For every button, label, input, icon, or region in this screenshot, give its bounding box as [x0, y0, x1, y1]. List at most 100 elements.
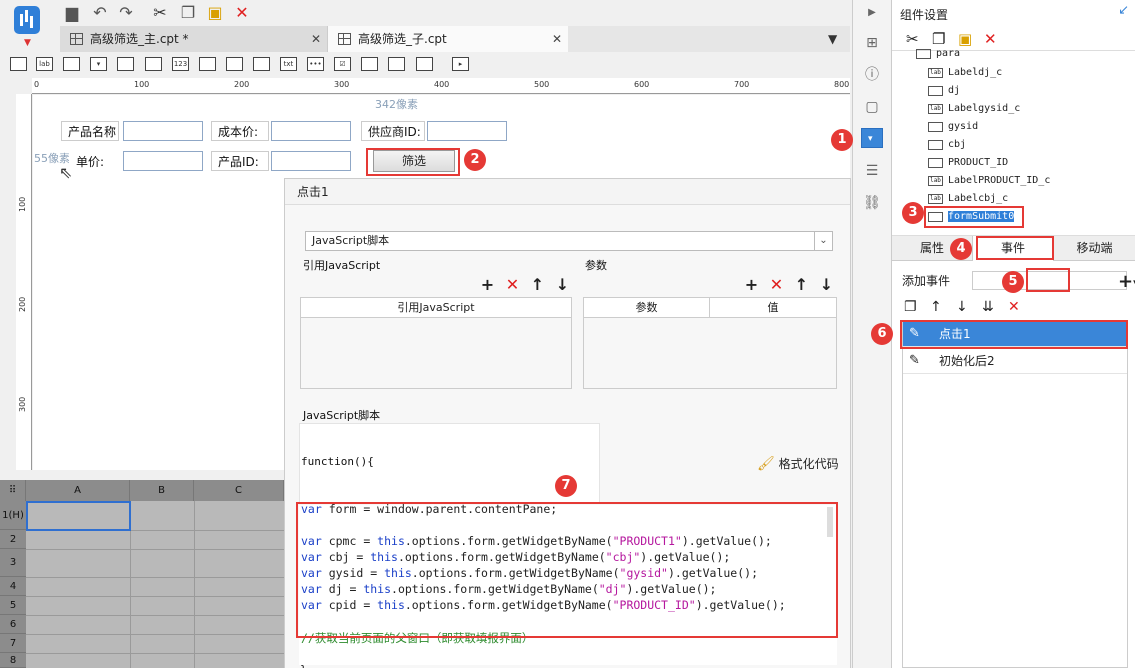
- expand-icon[interactable]: ↙: [1118, 3, 1129, 18]
- tab-menu-icon[interactable]: ▼: [828, 32, 837, 46]
- more-widgets-icon[interactable]: ▸: [452, 57, 469, 71]
- tree-node[interactable]: gysid: [928, 118, 978, 136]
- delete-icon[interactable]: ✕: [232, 3, 252, 23]
- password-widget-icon[interactable]: •••: [307, 57, 324, 71]
- col-header[interactable]: C: [194, 480, 284, 501]
- chevron-down-icon[interactable]: ⌄: [814, 232, 832, 250]
- report-grid[interactable]: ⠿ A B C 1(H) 2 3 4 5 6 7 8: [0, 480, 284, 668]
- paste-icon[interactable]: ▣: [958, 30, 984, 48]
- event-type-select[interactable]: JavaScript脚本 ⌄: [305, 231, 833, 251]
- product-name-input[interactable]: [123, 121, 203, 141]
- supplier-id-input[interactable]: [427, 121, 507, 141]
- add-icon[interactable]: +: [475, 275, 500, 294]
- panel-title: 组件设置: [900, 8, 949, 22]
- cut-icon[interactable]: ✂: [150, 3, 170, 23]
- tab-main-cpt[interactable]: 高级筛选_主.cpt * ✕: [60, 26, 328, 52]
- remove-icon[interactable]: ✕: [500, 275, 525, 294]
- move-up-icon[interactable]: ↑: [930, 299, 956, 315]
- unit-price-input[interactable]: [123, 151, 203, 171]
- radio-group-widget-icon[interactable]: [226, 57, 243, 71]
- report-file-icon: [338, 33, 351, 45]
- callout-badge: 3: [902, 202, 924, 224]
- label-product-name[interactable]: 产品名称: [61, 121, 119, 141]
- text-widget-icon[interactable]: txt: [280, 57, 297, 71]
- close-icon[interactable]: ✕: [552, 26, 562, 52]
- tree-node[interactable]: cbj: [928, 136, 966, 154]
- label-unit-price[interactable]: 单价:: [69, 151, 119, 171]
- tree-widget-icon[interactable]: [361, 57, 378, 71]
- tree-combo-widget-icon[interactable]: [117, 57, 134, 71]
- move-down-icon[interactable]: ↓: [956, 299, 982, 315]
- delete-icon[interactable]: ✕: [984, 30, 1010, 48]
- save-icon[interactable]: ▆: [62, 3, 82, 23]
- link-icon[interactable]: ⛓: [863, 194, 881, 212]
- tree-node[interactable]: dj: [928, 82, 960, 100]
- tree-node[interactable]: PRODUCT_ID: [928, 154, 1008, 172]
- checkbox-group-widget-icon[interactable]: [253, 57, 270, 71]
- collapse-arrow-icon[interactable]: ▶: [863, 4, 881, 22]
- move-up-icon[interactable]: ↑: [525, 275, 550, 294]
- ref-js-table[interactable]: 引用JavaScript: [300, 297, 572, 389]
- move-bottom-icon[interactable]: ⇊: [982, 299, 1008, 315]
- redo-icon[interactable]: ↷: [116, 3, 136, 23]
- label-cost-price[interactable]: 成本价:: [211, 121, 269, 141]
- calendar-range-widget-icon[interactable]: [416, 57, 433, 71]
- move-down-icon[interactable]: ↓: [814, 275, 839, 294]
- widget-tree[interactable]: para lab Labeldj_c dj lab Labelgysid_c gys…: [892, 48, 1135, 230]
- template-icon[interactable]: ☰: [863, 162, 881, 180]
- col-header[interactable]: A: [26, 480, 130, 501]
- row-header[interactable]: 5: [0, 596, 26, 615]
- label-product-id[interactable]: 产品ID:: [211, 151, 269, 171]
- tab-mobile[interactable]: 移动端: [1054, 236, 1135, 261]
- paste-icon[interactable]: ▣: [205, 3, 225, 23]
- grid-corner[interactable]: ⠿: [0, 480, 26, 501]
- tab-sub-cpt[interactable]: 高级筛选_子.cpt ✕: [328, 26, 568, 52]
- tree-node[interactable]: lab Labeldj_c: [928, 64, 1002, 82]
- row-header[interactable]: 8: [0, 653, 26, 668]
- label-supplier-id[interactable]: 供应商ID:: [361, 121, 425, 141]
- label-widget-icon[interactable]: lab: [36, 57, 53, 71]
- number-widget-icon[interactable]: 123: [172, 57, 189, 71]
- selected-cell-a1[interactable]: [26, 501, 131, 531]
- tree-node[interactable]: lab LabelPRODUCT_ID_c: [928, 172, 1050, 190]
- copy-icon[interactable]: ❐: [904, 299, 930, 315]
- row-header[interactable]: 1(H): [0, 501, 26, 530]
- layout-icon[interactable]: ⊞: [863, 34, 881, 52]
- date-widget-icon[interactable]: [145, 57, 162, 71]
- row-header[interactable]: 3: [0, 549, 26, 577]
- combo-widget-icon[interactable]: ▾: [90, 57, 107, 71]
- textbox-widget-icon[interactable]: [10, 57, 27, 71]
- grid-line: [26, 615, 284, 616]
- calendar-widget-icon[interactable]: [388, 57, 405, 71]
- format-code-button[interactable]: 🖌 格式化代码: [757, 455, 839, 472]
- move-up-icon[interactable]: ↑: [789, 275, 814, 294]
- row-header[interactable]: 7: [0, 634, 26, 653]
- tree-node[interactable]: lab Labelgysid_c: [928, 100, 1020, 118]
- widget-settings-icon[interactable]: ▾: [861, 128, 883, 148]
- logo-dropdown-icon[interactable]: ▼: [24, 38, 31, 48]
- remove-icon[interactable]: ✕: [764, 275, 789, 294]
- col-header[interactable]: B: [130, 480, 194, 501]
- params-table[interactable]: 参数 值: [583, 297, 837, 389]
- checkbox-widget-icon[interactable]: ☑: [334, 57, 351, 71]
- undo-icon[interactable]: ↶: [90, 3, 110, 23]
- add-event-icon[interactable]: +▾: [1118, 272, 1135, 292]
- frame-icon[interactable]: ▢: [863, 98, 881, 116]
- close-icon[interactable]: ✕: [311, 26, 321, 52]
- delete-icon[interactable]: ✕: [1008, 299, 1034, 315]
- cost-price-input[interactable]: [271, 121, 351, 141]
- product-id-input[interactable]: [271, 151, 351, 171]
- row-header[interactable]: 2: [0, 530, 26, 549]
- info-icon[interactable]: ⓘ: [863, 66, 881, 84]
- row-header[interactable]: 4: [0, 577, 26, 596]
- row-header[interactable]: 6: [0, 615, 26, 634]
- button-widget-icon[interactable]: [63, 57, 80, 71]
- add-icon[interactable]: +: [739, 275, 764, 294]
- textarea-widget-icon[interactable]: [199, 57, 216, 71]
- app-logo-icon[interactable]: [14, 6, 40, 34]
- copy-icon[interactable]: ❐: [178, 3, 198, 23]
- move-down-icon[interactable]: ↓: [550, 275, 575, 294]
- event-item-after-init[interactable]: ✎ 初始化后2: [903, 348, 1127, 374]
- tree-node-para[interactable]: para: [916, 45, 960, 63]
- param-col-header: 参数: [584, 298, 710, 317]
